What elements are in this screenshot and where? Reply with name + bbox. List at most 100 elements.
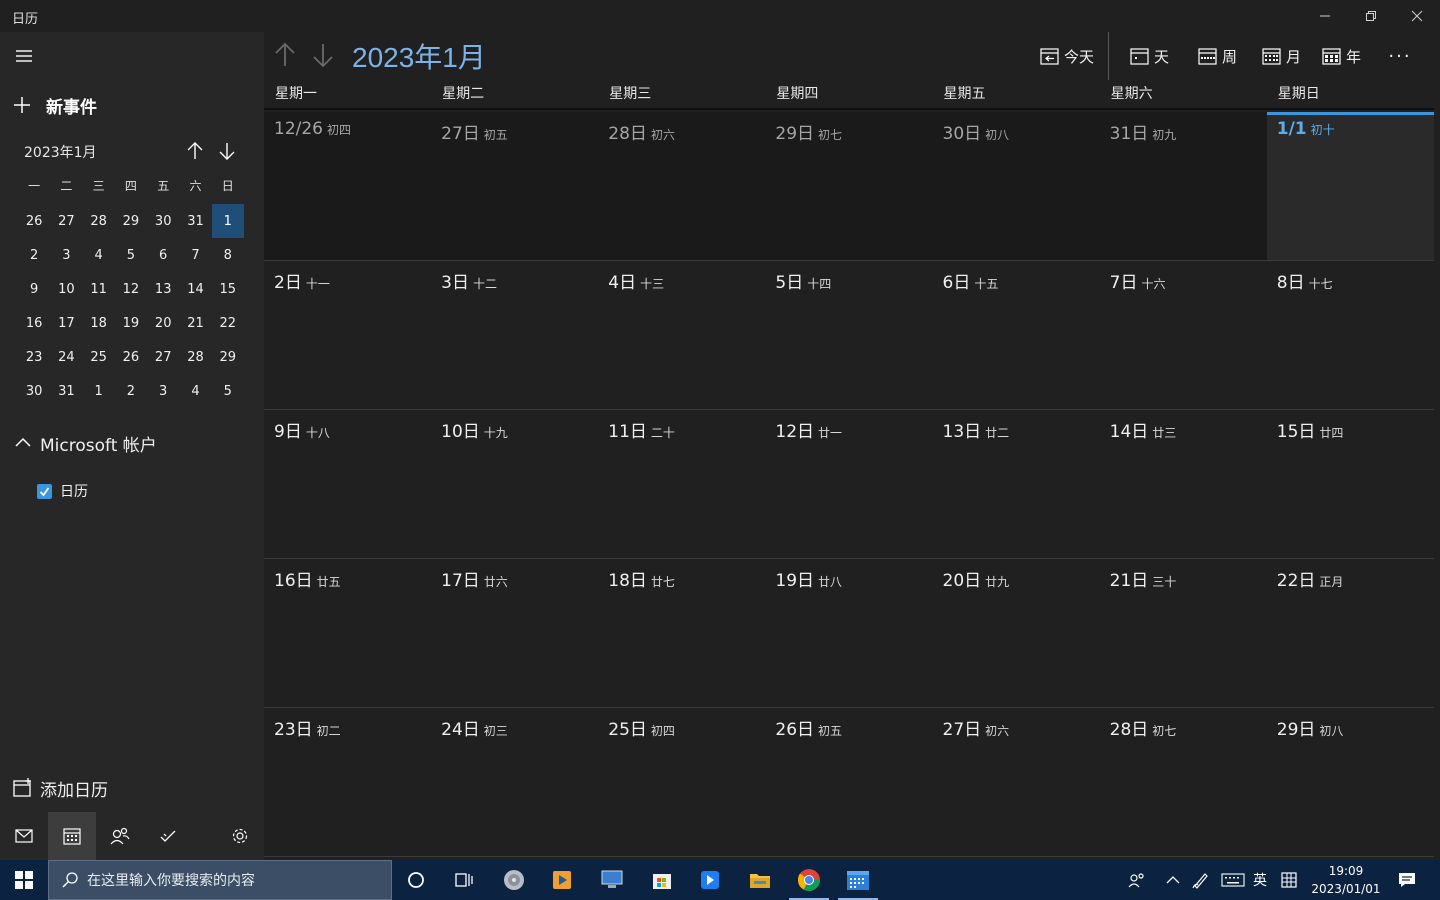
taskbar-app-3[interactable] bbox=[592, 864, 632, 896]
day-cell[interactable]: 30日 初八 bbox=[932, 112, 1100, 260]
day-cell[interactable]: 27日 初五 bbox=[431, 112, 599, 260]
mini-calendar-day[interactable]: 1 bbox=[211, 204, 244, 238]
mini-calendar-day[interactable]: 6 bbox=[147, 238, 179, 272]
mini-calendar-day[interactable]: 29 bbox=[115, 204, 147, 238]
mail-button[interactable] bbox=[0, 812, 48, 860]
mini-calendar-day[interactable]: 20 bbox=[147, 306, 179, 340]
mini-calendar-day[interactable]: 22 bbox=[212, 306, 244, 340]
day-cell[interactable]: 11日 二十 bbox=[598, 410, 765, 558]
taskbar-app-4[interactable] bbox=[690, 864, 730, 896]
tray-ime-mode-button[interactable] bbox=[1278, 860, 1300, 900]
mini-calendar-day[interactable]: 1 bbox=[83, 374, 115, 408]
mini-calendar-day[interactable]: 4 bbox=[179, 374, 211, 408]
taskbar-clock[interactable]: 19:09 2023/01/01 bbox=[1306, 862, 1386, 898]
day-view-button[interactable]: 天 bbox=[1130, 42, 1169, 70]
mini-calendar-day[interactable]: 3 bbox=[147, 374, 179, 408]
mini-calendar-day[interactable]: 25 bbox=[83, 340, 115, 374]
mini-calendar-day[interactable]: 26 bbox=[18, 204, 50, 238]
mini-calendar-day[interactable]: 21 bbox=[179, 306, 211, 340]
mini-calendar-day[interactable]: 28 bbox=[179, 340, 211, 374]
mini-calendar-day[interactable]: 10 bbox=[50, 272, 82, 306]
mini-calendar-day[interactable]: 18 bbox=[83, 306, 115, 340]
day-cell[interactable]: 12/26 初四 bbox=[264, 112, 432, 260]
calendar-nav-button[interactable] bbox=[48, 812, 96, 860]
day-cell[interactable]: 4日 十三 bbox=[598, 261, 765, 409]
mini-calendar-day[interactable]: 29 bbox=[212, 340, 244, 374]
mini-calendar-day[interactable]: 7 bbox=[179, 238, 211, 272]
mini-calendar-day[interactable]: 27 bbox=[147, 340, 179, 374]
day-cell[interactable]: 28日 初六 bbox=[598, 112, 766, 260]
cortana-button[interactable] bbox=[396, 864, 436, 896]
taskbar-search-box[interactable]: 在这里输入你要搜索的内容 bbox=[48, 860, 392, 900]
day-cell[interactable]: 16日 廿五 bbox=[264, 559, 431, 707]
month-title[interactable]: 2023年1月 bbox=[352, 36, 486, 76]
day-cell[interactable]: 28日 初七 bbox=[1100, 708, 1267, 856]
mini-calendar-next-button[interactable] bbox=[216, 140, 238, 162]
day-cell[interactable]: 22日 正月 bbox=[1267, 559, 1434, 707]
close-button[interactable] bbox=[1394, 0, 1440, 32]
day-cell[interactable]: 18日 廿七 bbox=[598, 559, 765, 707]
day-cell[interactable]: 24日 初三 bbox=[431, 708, 598, 856]
day-cell[interactable]: 8日 十七 bbox=[1267, 261, 1434, 409]
mini-calendar-day[interactable]: 14 bbox=[179, 272, 211, 306]
mini-calendar-day[interactable]: 28 bbox=[83, 204, 115, 238]
people-button[interactable] bbox=[96, 812, 144, 860]
next-month-button[interactable] bbox=[308, 40, 338, 70]
mini-calendar-day[interactable]: 24 bbox=[50, 340, 82, 374]
mini-calendar-day[interactable]: 8 bbox=[212, 238, 244, 272]
day-cell[interactable]: 7日 十六 bbox=[1100, 261, 1267, 409]
mini-calendar-day[interactable]: 4 bbox=[83, 238, 115, 272]
day-cell[interactable]: 26日 初五 bbox=[765, 708, 932, 856]
mini-calendar-day[interactable]: 5 bbox=[212, 374, 244, 408]
mini-calendar-day[interactable]: 11 bbox=[83, 272, 115, 306]
minimize-button[interactable] bbox=[1302, 0, 1348, 32]
tray-pen-button[interactable] bbox=[1188, 860, 1214, 900]
taskbar-chrome[interactable] bbox=[789, 864, 829, 900]
day-cell[interactable]: 10日 十九 bbox=[431, 410, 598, 558]
mini-calendar-day[interactable]: 23 bbox=[18, 340, 50, 374]
add-calendar-button[interactable]: 添加日历 bbox=[12, 776, 108, 801]
mini-calendar-day[interactable]: 19 bbox=[115, 306, 147, 340]
tray-keyboard-button[interactable] bbox=[1218, 860, 1248, 900]
day-cell-today[interactable]: 1/1 初十 bbox=[1266, 112, 1434, 260]
day-cell[interactable]: 15日 廿四 bbox=[1267, 410, 1434, 558]
taskbar-app-1[interactable] bbox=[494, 864, 534, 896]
tray-overflow-button[interactable] bbox=[1160, 860, 1186, 900]
mini-calendar-title[interactable]: 2023年1月 bbox=[24, 142, 97, 162]
mini-calendar-day[interactable]: 15 bbox=[212, 272, 244, 306]
mini-calendar-day[interactable]: 26 bbox=[115, 340, 147, 374]
tray-people-button[interactable] bbox=[1122, 860, 1152, 900]
day-cell[interactable]: 25日 初四 bbox=[598, 708, 765, 856]
mini-calendar-day[interactable]: 9 bbox=[18, 272, 50, 306]
taskbar-file-explorer[interactable] bbox=[740, 864, 780, 896]
calendar-checkbox-item[interactable]: 日历 bbox=[37, 481, 88, 501]
week-view-button[interactable]: 周 bbox=[1198, 42, 1237, 70]
day-cell[interactable]: 23日 初二 bbox=[264, 708, 431, 856]
day-cell[interactable]: 3日 十二 bbox=[431, 261, 598, 409]
mini-calendar-day[interactable]: 31 bbox=[50, 374, 82, 408]
year-view-button[interactable]: 年 bbox=[1322, 42, 1361, 70]
account-section-toggle[interactable]: Microsoft 帐户 bbox=[14, 430, 157, 456]
day-cell[interactable]: 13日 廿二 bbox=[933, 410, 1100, 558]
day-cell[interactable]: 27日 初六 bbox=[933, 708, 1100, 856]
taskbar-calendar[interactable] bbox=[838, 864, 878, 900]
action-center-button[interactable] bbox=[1392, 860, 1422, 900]
mini-calendar-day[interactable]: 17 bbox=[50, 306, 82, 340]
day-cell[interactable]: 9日 十八 bbox=[264, 410, 431, 558]
day-cell[interactable]: 29日 初七 bbox=[765, 112, 933, 260]
taskbar-app-store[interactable] bbox=[642, 864, 682, 896]
day-cell[interactable]: 12日 廿一 bbox=[765, 410, 932, 558]
mini-calendar-day[interactable]: 30 bbox=[147, 204, 179, 238]
day-cell[interactable]: 31日 初九 bbox=[1099, 112, 1267, 260]
mini-calendar-prev-button[interactable] bbox=[184, 140, 206, 162]
prev-month-button[interactable] bbox=[270, 40, 300, 70]
taskbar-app-2[interactable] bbox=[542, 864, 582, 896]
mini-calendar-day[interactable]: 2 bbox=[18, 238, 50, 272]
day-cell[interactable]: 6日 十五 bbox=[933, 261, 1100, 409]
mini-calendar-day[interactable]: 12 bbox=[115, 272, 147, 306]
mini-calendar-day[interactable]: 13 bbox=[147, 272, 179, 306]
mini-calendar-day[interactable]: 30 bbox=[18, 374, 50, 408]
day-cell[interactable]: 14日 廿三 bbox=[1100, 410, 1267, 558]
settings-button[interactable] bbox=[216, 812, 264, 860]
day-cell[interactable]: 19日 廿八 bbox=[765, 559, 932, 707]
